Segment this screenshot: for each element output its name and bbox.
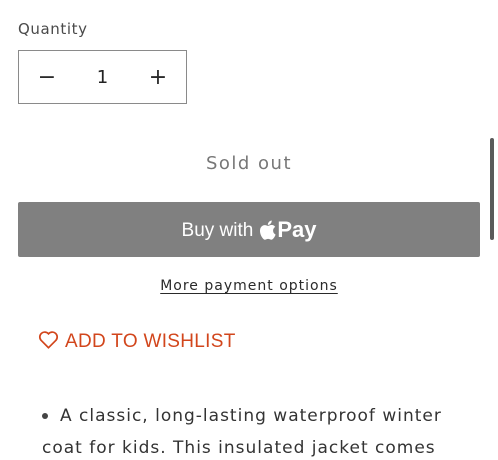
bullet-point bbox=[42, 413, 48, 419]
apple-pay-pay-text: Pay bbox=[277, 216, 317, 242]
scrollbar[interactable] bbox=[490, 138, 494, 240]
quantity-label: Quantity bbox=[18, 20, 88, 38]
increment-button[interactable]: + bbox=[130, 51, 186, 103]
quantity-input[interactable]: 1 bbox=[75, 67, 130, 88]
apple-logo-icon bbox=[259, 220, 276, 240]
sold-out-button[interactable]: Sold out bbox=[18, 136, 480, 190]
buy-with-apple-pay-button[interactable]: Buy with Pay bbox=[18, 202, 480, 257]
decrement-button[interactable]: − bbox=[19, 51, 75, 103]
heart-outline-icon bbox=[38, 330, 59, 353]
minus-icon: − bbox=[37, 64, 57, 90]
product-description: A classic, long-lasting waterproof winte… bbox=[42, 400, 482, 460]
plus-icon: + bbox=[148, 64, 168, 90]
apple-pay-buy-text: Buy with bbox=[181, 220, 254, 241]
wishlist-label: ADD TO WISHLIST bbox=[65, 330, 236, 352]
add-to-wishlist-button[interactable]: ADD TO WISHLIST bbox=[38, 330, 236, 353]
more-payment-options-link[interactable]: More payment options bbox=[0, 278, 498, 294]
description-text: A classic, long-lasting waterproof winte… bbox=[42, 406, 442, 458]
product-purchase-panel: Quantity − 1 + Sold out Buy with Pay Mor… bbox=[0, 0, 498, 460]
quantity-stepper[interactable]: − 1 + bbox=[18, 50, 187, 104]
